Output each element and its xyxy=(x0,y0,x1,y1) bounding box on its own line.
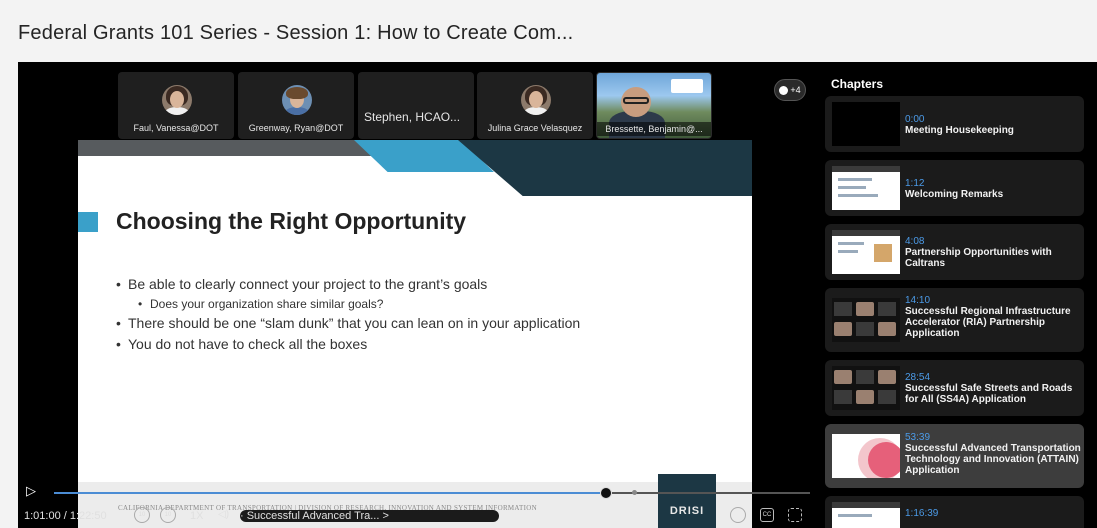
participant-name: Stephen, HCAO... xyxy=(364,110,461,124)
forward-10-icon[interactable]: 10 xyxy=(160,507,176,523)
chapter-title: Welcoming Remarks xyxy=(905,189,1004,200)
rewind-10-icon[interactable]: 10 xyxy=(134,507,150,523)
participant-name: Julina Grace Velasquez xyxy=(487,123,583,133)
current-chapter-button[interactable]: · Successful Advanced Tra... > xyxy=(240,510,499,522)
chapter-thumbnail xyxy=(832,298,900,342)
presentation-slide: Choosing the Right Opportunity Be able t… xyxy=(78,140,752,528)
chapter-item[interactable]: 28:54 Successful Safe Streets and Roads … xyxy=(825,360,1084,416)
participant-tile: Faul, Vanessa@DOT xyxy=(118,72,234,139)
logo-icon xyxy=(671,79,703,93)
title-marker xyxy=(78,212,98,232)
chapter-time: 28:54 xyxy=(905,372,931,383)
chapter-thumbnail xyxy=(832,102,900,146)
chapter-title: Successful Safe Streets and Roads for Al… xyxy=(905,383,1073,405)
chapter-title: Partnership Opportunities with Caltrans xyxy=(905,247,1052,269)
chapter-title: Successful Advanced Transportation Techn… xyxy=(905,443,1081,476)
bullet: You do not have to check all the boxes xyxy=(116,334,580,355)
volume-icon[interactable]: ◁) xyxy=(218,509,229,520)
chapter-thumbnail xyxy=(832,434,900,478)
participant-name: Bressette, Benjamin@... xyxy=(597,122,711,136)
chapter-thumbnail xyxy=(832,230,900,274)
chapter-thumbnail xyxy=(832,166,900,210)
chapter-time: 0:00 xyxy=(905,114,925,125)
time-display: 1:01:00 / 1:22:50 xyxy=(24,510,107,522)
chapters-panel: Chapters 0:00 Meeting Housekeeping 1:12 … xyxy=(822,62,1097,528)
participant-tile: Greenway, Ryan@DOT xyxy=(238,72,354,139)
chapter-item[interactable]: 1:12 Welcoming Remarks xyxy=(825,160,1084,216)
chapter-item[interactable]: 4:08 Partnership Opportunities with Calt… xyxy=(825,224,1084,280)
participants-count: +4 xyxy=(790,85,801,95)
playback-speed-button[interactable]: 1X xyxy=(190,510,203,522)
chapters-title: Chapters xyxy=(831,77,884,91)
chapter-marker xyxy=(632,490,637,495)
chapter-title: Successful Regional Infrastructure Accel… xyxy=(905,306,1071,339)
chapter-title: Meeting Housekeeping xyxy=(905,125,1014,136)
sub-bullet: Does your organization share similar goa… xyxy=(116,295,580,313)
page-title: Federal Grants 101 Series - Session 1: H… xyxy=(18,22,574,44)
participant-video-tile: Bressette, Benjamin@... xyxy=(596,72,712,139)
video-player[interactable]: Faul, Vanessa@DOT Greenway, Ryan@DOT Ste… xyxy=(18,62,822,528)
captions-icon[interactable]: CC xyxy=(760,508,774,522)
progress-fill xyxy=(54,492,606,494)
player-controls: 1:01:00 / 1:22:50 10 10 1X ◁) · Successf… xyxy=(18,504,822,528)
chapter-time: 1:12 xyxy=(905,178,925,189)
chapter-thumbnail xyxy=(832,366,900,410)
chapter-item[interactable]: 0:00 Meeting Housekeeping xyxy=(825,96,1084,152)
chapter-time: 53:39 xyxy=(905,432,931,443)
participant-tile: Stephen, HCAO... xyxy=(358,72,474,139)
progress-handle[interactable] xyxy=(599,487,612,499)
settings-icon[interactable] xyxy=(730,507,746,523)
slide-bullets: Be able to clearly connect your project … xyxy=(116,274,580,355)
avatar xyxy=(162,85,192,115)
chapter-item[interactable]: 14:10 Successful Regional Infrastructure… xyxy=(825,288,1084,352)
avatar xyxy=(282,85,312,115)
chapter-time: 1:16:39 xyxy=(905,508,939,519)
participant-name: Faul, Vanessa@DOT xyxy=(133,123,219,133)
avatar xyxy=(521,85,551,115)
chapter-thumbnail xyxy=(832,502,900,528)
participant-tile: Julina Grace Velasquez xyxy=(477,72,593,139)
chapter-time: 4:08 xyxy=(905,236,925,247)
chapter-item-active[interactable]: 53:39 Successful Advanced Transportation… xyxy=(825,424,1084,488)
bullet: There should be one “slam dunk” that you… xyxy=(116,313,580,334)
participants-button[interactable]: +4 xyxy=(774,79,806,101)
play-icon[interactable]: ▷ xyxy=(26,484,40,498)
slide-title: Choosing the Right Opportunity xyxy=(116,208,467,234)
participant-name: Greenway, Ryan@DOT xyxy=(248,123,344,133)
chapter-time: 14:10 xyxy=(905,295,931,306)
people-icon xyxy=(779,85,789,95)
bullet: Be able to clearly connect your project … xyxy=(116,274,580,295)
chapter-item[interactable]: 1:16:39 xyxy=(825,496,1084,528)
fullscreen-icon[interactable] xyxy=(788,508,802,522)
